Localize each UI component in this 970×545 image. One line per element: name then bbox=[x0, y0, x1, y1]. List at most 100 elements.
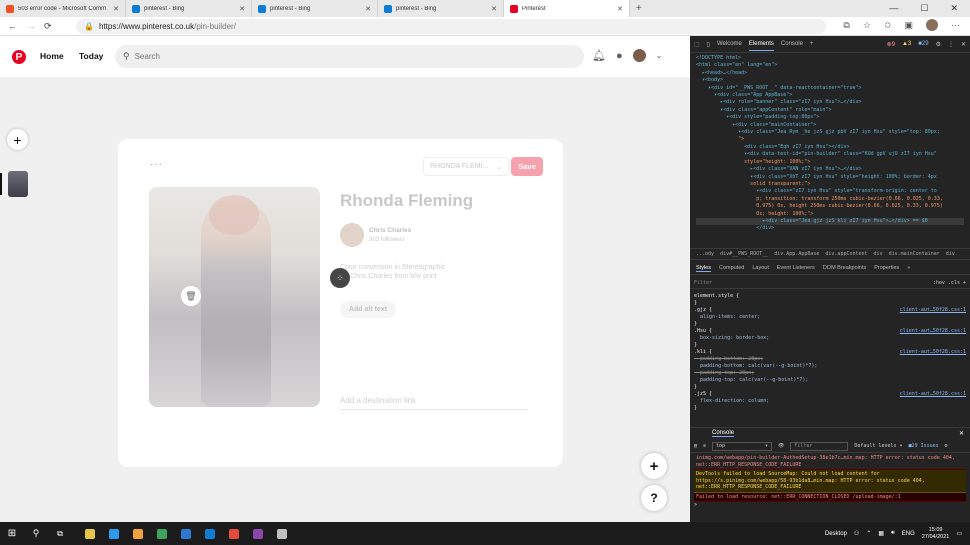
taskbar-search-icon[interactable]: ⚲ bbox=[24, 522, 48, 545]
network-icon[interactable]: ▦ bbox=[878, 530, 884, 537]
warning-count[interactable]: ▲3 bbox=[902, 41, 911, 47]
console-issues-badge[interactable]: ■29 Issues bbox=[909, 443, 939, 449]
devtools-tab-console[interactable]: Console bbox=[781, 41, 803, 47]
person-icon[interactable]: ⚇ bbox=[854, 530, 859, 537]
delete-trash-icon[interactable]: 🗑︎ bbox=[181, 286, 201, 306]
devtools-settings-gear-icon[interactable]: ⚙ bbox=[936, 41, 941, 48]
device-toggle-icon[interactable]: ▯ bbox=[707, 41, 710, 48]
dom-line[interactable]: ▾<div class="XhT zI7 iyn Hsu" style="hei… bbox=[696, 174, 964, 181]
taskbar-app-icon[interactable] bbox=[246, 522, 270, 545]
refresh-icon[interactable]: ⟳ bbox=[38, 21, 58, 32]
taskbar-app-icon[interactable] bbox=[174, 522, 198, 545]
draft-thumbnail[interactable] bbox=[8, 171, 28, 197]
style-property[interactable]: padding-top: 28px; bbox=[694, 370, 966, 377]
close-window-icon[interactable]: ✕ bbox=[950, 3, 958, 14]
dom-line[interactable]: <div class="Eqh zI7 iyn Hsu"></div> bbox=[696, 144, 964, 151]
taskbar-app-icon[interactable] bbox=[222, 522, 246, 545]
style-property[interactable]: flex-direction: column; bbox=[694, 398, 966, 405]
add-pin-draft-button[interactable]: + bbox=[7, 129, 28, 150]
style-property[interactable]: box-sizing: border-box; bbox=[694, 335, 966, 342]
breadcrumb-item[interactable]: ...ody bbox=[696, 251, 714, 257]
console-prompt[interactable]: > bbox=[694, 502, 966, 509]
more-options-icon[interactable]: ··· bbox=[150, 159, 163, 170]
browser-tab[interactable]: 503 error code - Microsoft Comm ✕ bbox=[0, 0, 126, 17]
url-field[interactable]: 🔒 https://www.pinterest.co.uk/pin-builde… bbox=[76, 19, 826, 34]
tab-close-icon[interactable]: ✕ bbox=[617, 5, 623, 13]
style-property[interactable]: align-items: center; bbox=[694, 314, 966, 321]
console-eye-icon[interactable]: 👁︎ bbox=[778, 443, 784, 449]
breadcrumb-item[interactable]: div.appContent bbox=[825, 251, 867, 257]
dom-line[interactable]: ▸<div class="Jea gjz jzS kli zI7 iyn Hsu… bbox=[696, 217, 964, 226]
breadcrumb-item[interactable]: div bbox=[946, 251, 955, 257]
styles-subtab[interactable]: Event Listeners bbox=[777, 265, 815, 271]
console-filter-input[interactable]: Filter bbox=[790, 441, 849, 451]
tab-close-icon[interactable]: ✕ bbox=[365, 5, 371, 13]
tab-close-icon[interactable]: ✕ bbox=[491, 5, 497, 13]
user-avatar[interactable] bbox=[632, 49, 646, 62]
styles-filter-tools[interactable]: :hov .cls + bbox=[933, 280, 966, 286]
account-chevron-down-icon[interactable]: ⌄ bbox=[656, 51, 663, 60]
styles-subtab[interactable]: Layout bbox=[752, 265, 769, 271]
tab-close-icon[interactable]: ✕ bbox=[239, 5, 245, 13]
maximize-icon[interactable]: ☐ bbox=[920, 3, 928, 14]
board-select[interactable]: RHONDA FLEMI... ⌄ bbox=[423, 157, 509, 176]
favorite-star-icon[interactable]: ☆ bbox=[863, 20, 871, 31]
style-property[interactable]: padding-bottom: 28px; bbox=[694, 356, 966, 363]
dom-line[interactable]: style="height: 100%;"> bbox=[696, 159, 964, 166]
clock[interactable]: 15:09 27/04/2021 bbox=[922, 527, 950, 541]
taskbar-app-icon[interactable] bbox=[126, 522, 150, 545]
browser-tab[interactable]: pinterest - Bing ✕ bbox=[126, 0, 252, 17]
more-tabs-icon[interactable]: + bbox=[810, 41, 814, 47]
devtools-more-icon[interactable]: ⋮ bbox=[948, 41, 954, 48]
console-settings-gear-icon[interactable]: ⚙ bbox=[945, 443, 948, 449]
console-clear-icon[interactable]: ⊘ bbox=[703, 443, 706, 449]
dom-line[interactable]: ▾<div class="appContent" role="main"> bbox=[696, 107, 964, 114]
style-source-link[interactable]: client-aut…50f28.css:1 bbox=[900, 328, 966, 335]
devtools-tab-elements[interactable]: Elements bbox=[748, 38, 774, 51]
console-sidebar-icon[interactable]: ▤ bbox=[694, 443, 697, 449]
taskbar-app-icon[interactable] bbox=[270, 522, 294, 545]
dom-line[interactable]: ▾<div class="Jea Rym _he jzS gjz pbV zI7… bbox=[696, 129, 964, 136]
console-drawer-title[interactable]: Console bbox=[712, 430, 735, 437]
devtools-close-icon[interactable]: ✕ bbox=[961, 41, 966, 48]
style-property[interactable]: padding-bottom: calc(var(--g-boint)*7); bbox=[694, 363, 966, 370]
devtools-tab-welcome[interactable]: Welcome bbox=[717, 41, 742, 47]
messages-icon[interactable]: ● bbox=[616, 50, 623, 62]
chevron-up-icon[interactable]: ⌃ bbox=[866, 530, 871, 537]
style-property[interactable]: padding-top: calc(var(--g-boint)*7); bbox=[694, 377, 966, 384]
drag-handle-icon[interactable]: ⁘ bbox=[330, 268, 350, 288]
notifications-bell-icon[interactable]: 🔔︎ bbox=[592, 49, 606, 62]
pin-title[interactable]: Rhonda Fleming bbox=[340, 191, 473, 211]
dom-line[interactable]: 0.975) 0s, height 250ms cubic-bezier(0.6… bbox=[696, 203, 964, 210]
dom-line[interactable]: ▾<div class="mainContainer"> bbox=[696, 122, 964, 129]
pinterest-logo-icon[interactable]: P bbox=[12, 50, 26, 64]
minimize-icon[interactable]: — bbox=[889, 3, 898, 14]
notifications-icon[interactable]: ▭ bbox=[956, 530, 962, 537]
collections-icon[interactable]: ▣ bbox=[904, 20, 913, 31]
tab-close-icon[interactable]: ✕ bbox=[113, 5, 119, 13]
destination-link-input[interactable]: Add a destination link bbox=[340, 392, 528, 410]
add-alt-text-button[interactable]: Add alt text bbox=[340, 301, 396, 318]
dom-line[interactable]: solid transparent;"> bbox=[696, 181, 964, 188]
taskbar-app-icon[interactable] bbox=[198, 522, 222, 545]
dom-line[interactable]: ▾<div style="padding-top:80px"> bbox=[696, 114, 964, 121]
forward-icon[interactable]: → bbox=[25, 21, 38, 31]
styles-filter[interactable]: Filter :hov .cls + bbox=[690, 277, 970, 289]
inspect-icon[interactable]: ⬚ bbox=[694, 41, 700, 48]
style-source-link[interactable]: client-aut…50f28.css:1 bbox=[900, 307, 966, 314]
volume-icon[interactable]: 🔊︎ bbox=[891, 530, 895, 537]
dom-line[interactable]: 0s; height: 100%;"> bbox=[696, 211, 964, 218]
style-source-link[interactable]: client-aut…50f28.css:1 bbox=[900, 391, 966, 398]
browser-tab[interactable]: pinterest - Bing ✕ bbox=[378, 0, 504, 17]
language-indicator[interactable]: ENG bbox=[902, 531, 915, 537]
dom-line[interactable]: "> bbox=[696, 136, 964, 143]
reader-icon[interactable]: ⧉ bbox=[843, 20, 849, 31]
dom-line[interactable]: ▸<div class="VAN zI7 iyn Hsu">…</div> bbox=[696, 166, 964, 173]
dom-line[interactable]: <!DOCTYPE html> bbox=[696, 55, 964, 62]
console-context-select[interactable]: top ▾ bbox=[712, 441, 773, 451]
dom-line[interactable]: ▾<div class="zI7 iyn Hsu" style="transfo… bbox=[696, 188, 964, 195]
start-windows-icon[interactable]: ⊞ bbox=[0, 522, 24, 545]
profile-avatar[interactable] bbox=[926, 19, 938, 31]
dom-line[interactable]: ▾<div id="__PWS_ROOT__" data-reactcontai… bbox=[696, 85, 964, 92]
taskbar-app-icon[interactable] bbox=[78, 522, 102, 545]
